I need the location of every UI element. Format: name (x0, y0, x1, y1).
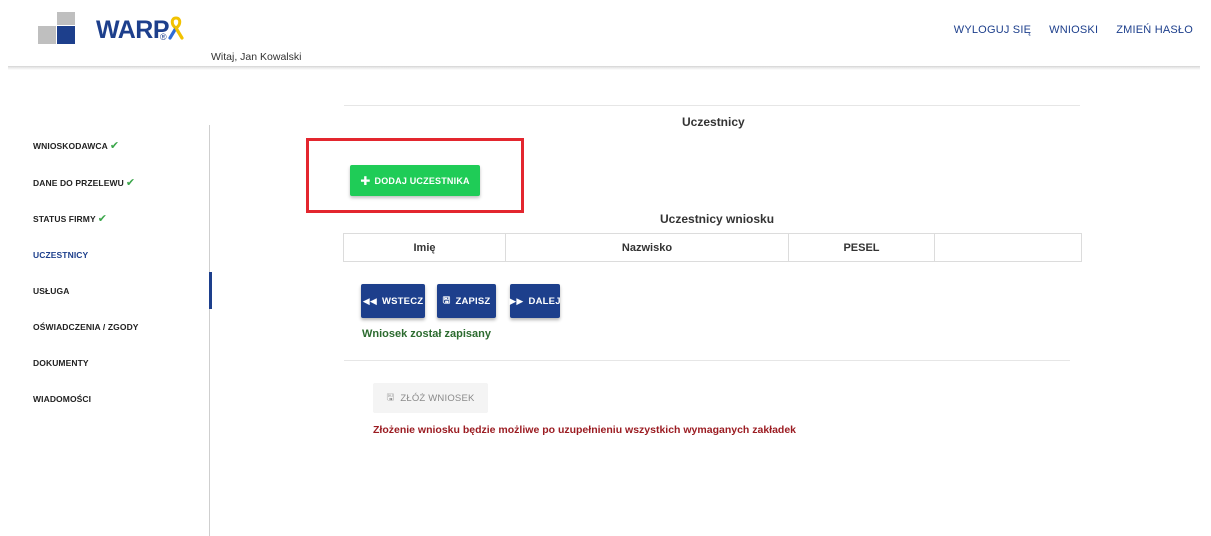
sidebar-item-uczestnicy[interactable]: UCZESTNICY (33, 250, 88, 260)
table-header-row: Imię Nazwisko PESEL (343, 233, 1082, 262)
logo-square-blue (57, 26, 75, 44)
back-button[interactable]: ◀◀ WSTECZ (361, 284, 425, 318)
column-header-last-name: Nazwisko (505, 233, 789, 262)
submit-application-button[interactable]: 🖫 ZŁÓŻ WNIOSEK (373, 383, 488, 413)
column-header-actions (934, 233, 1082, 262)
sidebar-item-dokumenty[interactable]: DOKUMENTY (33, 358, 89, 368)
sidebar-item-label: UCZESTNICY (33, 250, 89, 260)
check-icon: ✔ (97, 213, 108, 225)
sidebar-divider (209, 125, 210, 536)
sidebar-item-dane-do-przelewu[interactable]: DANE DO PRZELEWU ✔ (33, 176, 135, 189)
double-chevron-right-icon: ▶▶ (509, 295, 524, 306)
participants-table-title: Uczestnicy wniosku (660, 212, 775, 226)
back-label: WSTECZ (381, 295, 424, 307)
add-participant-button[interactable]: ✚ DODAJ UCZESTNIKA (350, 165, 480, 196)
sidebar-item-wnioskodawca[interactable]: WNIOSKODAWCA ✔ (33, 139, 119, 152)
next-button[interactable]: ▶▶ DALEJ (509, 284, 561, 318)
saved-status-message: Wniosek został zapisany (362, 328, 491, 340)
ribbon-icon (168, 16, 184, 40)
sidebar-item-wiadomosci[interactable]: WIADOMOŚCI (33, 394, 91, 404)
sidebar-item-label: WNIOSKODAWCA (33, 141, 108, 151)
sidebar-item-label: DANE DO PRZELEWU (33, 178, 124, 188)
applications-link[interactable]: WNIOSKI (1049, 24, 1098, 36)
logo-square-grey-top (57, 12, 75, 25)
participants-table: Imię Nazwisko PESEL (343, 233, 1082, 262)
welcome-text: Witaj, Jan Kowalski (211, 51, 302, 63)
logo-text: WARP (96, 16, 170, 44)
sidebar-item-label: OŚWIADCZENIA / ZGODY (33, 322, 139, 332)
check-icon: ✔ (109, 140, 120, 152)
column-header-pesel: PESEL (788, 233, 935, 262)
next-label: DALEJ (528, 295, 561, 307)
sidebar-item-oswiadczenia[interactable]: OŚWIADCZENIA / ZGODY (33, 322, 139, 332)
sidebar-item-label: DOKUMENTY (33, 358, 89, 368)
check-icon: ✔ (125, 177, 136, 189)
sidebar-item-status-firmy[interactable]: STATUS FIRMY ✔ (33, 212, 107, 225)
warp-logo[interactable]: WARP ® (38, 12, 198, 50)
page-title: Uczestnicy (682, 115, 745, 129)
sidebar-item-label: USŁUGA (33, 286, 70, 296)
header: WARP ® Witaj, Jan Kowalski WYLOGUJ SIĘ W… (0, 0, 1211, 66)
section-divider (344, 360, 1070, 361)
column-header-first-name: Imię (343, 233, 506, 262)
submit-application-label: ZŁÓŻ WNIOSEK (400, 392, 475, 404)
top-nav: WYLOGUJ SIĘ WNIOSKI ZMIEŃ HASŁO (936, 24, 1193, 36)
double-chevron-left-icon: ◀◀ (362, 295, 377, 306)
sidebar-item-usluga[interactable]: USŁUGA (33, 286, 70, 296)
sidebar-item-label: WIADOMOŚCI (33, 394, 92, 404)
floppy-disk-icon: 🖫 (442, 295, 451, 305)
add-participant-label: DODAJ UCZESTNIKA (374, 175, 470, 186)
scroll-indicator[interactable] (209, 272, 212, 309)
sidebar-item-label: STATUS FIRMY (33, 214, 96, 224)
header-shadow (8, 66, 1200, 70)
logo-square-grey (38, 26, 56, 44)
floppy-disk-icon: 🖫 (386, 392, 395, 402)
top-divider (344, 105, 1080, 106)
submit-warning-message: Złożenie wniosku będzie możliwe po uzupe… (373, 424, 797, 436)
plus-icon: ✚ (360, 173, 371, 188)
logo-registered-mark: ® (160, 32, 167, 42)
save-label: ZAPISZ (455, 295, 491, 307)
save-button[interactable]: 🖫 ZAPISZ (437, 284, 496, 318)
change-password-link[interactable]: ZMIEŃ HASŁO (1116, 24, 1193, 36)
logout-link[interactable]: WYLOGUJ SIĘ (954, 24, 1031, 36)
